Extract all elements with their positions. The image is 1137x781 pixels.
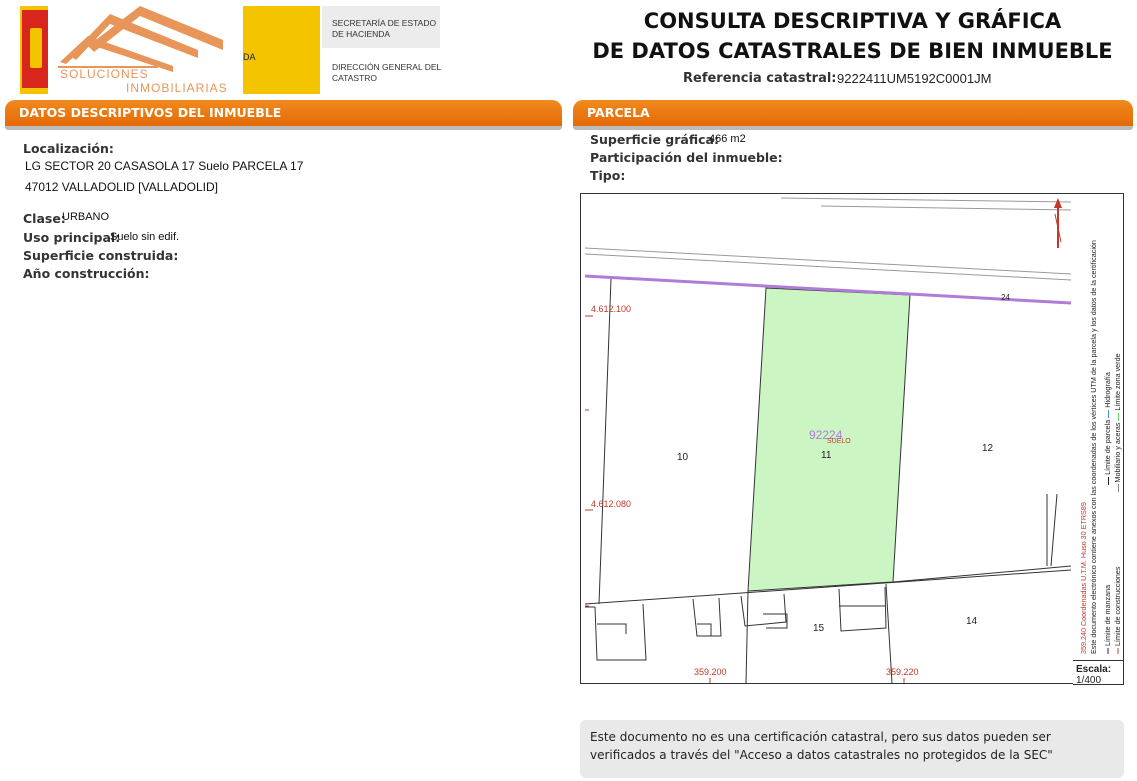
ministry-partial-text: DA [243, 52, 256, 62]
legend-mobiliario: Mobiliario y aceras [1113, 422, 1122, 483]
superficie-grafica-value: 466 m2 [709, 133, 746, 145]
coat-of-arms-detail [30, 28, 42, 68]
lot-11-label: 11 [821, 450, 832, 461]
construcciones-swatch [1117, 648, 1120, 654]
scale-value: 1/400 [1076, 675, 1102, 686]
legend-construcciones: Límite de construcciones [1113, 566, 1122, 646]
scale-label: Escala: [1076, 664, 1112, 675]
soluciones-inmobiliarias-logo: SOLUCIONES INMOBILIARIAS [48, 0, 243, 96]
building-logo-icon: SOLUCIONES INMOBILIARIAS [58, 6, 228, 95]
tipo-label: Tipo: [590, 168, 626, 183]
coord-y1: 4.612.100 [591, 304, 631, 314]
cadastral-plan: 4.612.100 4.612.080 359.200 359.220 10 1… [580, 193, 1074, 684]
brand-line1: SOLUCIONES [60, 67, 149, 81]
localizacion-label: Localización: [23, 141, 114, 156]
coord-y2: 4.612.080 [591, 499, 631, 509]
superficie-construida-label: Superficie construida: [23, 248, 179, 263]
coord-x1: 359.200 [694, 667, 727, 677]
manzana-swatch [1107, 648, 1110, 654]
legend-vertical-text: 359.240 Coordenadas U.T.M. Huso 30 ETRS8… [1079, 194, 1123, 654]
legend-parcela: Límite de parcela [1103, 419, 1112, 475]
descriptivos-header: DATOS DESCRIPTIVOS DEL INMUEBLE [5, 100, 562, 126]
cadastral-plan-drawing: 4.612.100 4.612.080 359.200 359.220 10 1… [584, 197, 1072, 684]
uso-value: Suelo sin edif. [110, 231, 180, 243]
parcela-swatch [1107, 476, 1109, 485]
north-arrow-icon [1054, 198, 1062, 248]
parcela-header: PARCELA [573, 100, 1133, 126]
brand-line2: INMOBILIARIAS [126, 81, 228, 95]
hidrografia-swatch [1107, 409, 1109, 418]
lot-24-label: 24 [1001, 293, 1010, 302]
legend-hidrografia: Hidrografía [1103, 372, 1112, 408]
ministry-line1: SECRETARÍA DE ESTADO DE HACIENDA [332, 18, 437, 39]
legend-manzana: Límite de manzana [1103, 584, 1112, 646]
verification-notice: Este documento no es una certificación c… [580, 720, 1124, 778]
title-line1: CONSULTA DESCRIPTIVA Y GRÁFICA [643, 9, 1062, 33]
localizacion-line2: 47012 VALLADOLID [VALLADOLID] [25, 180, 218, 194]
uso-label: Uso principal: [23, 230, 121, 245]
lot-15-label: 15 [813, 623, 825, 634]
ministry-line2: DIRECCIÓN GENERAL DEL CATASTRO [332, 62, 441, 83]
lot-14-label: 14 [966, 616, 978, 627]
title-line2: DE DATOS CATASTRALES DE BIEN INMUEBLE [592, 39, 1113, 63]
ref-label: Referencia catastral: [683, 71, 837, 86]
legend-coords: 359.240 Coordenadas U.T.M. Huso 30 ETRS8… [1079, 502, 1088, 654]
superficie-grafica-label: Superficie gráfica: [590, 132, 719, 147]
clase-label: Clase: [23, 211, 66, 226]
localizacion-line1: LG SECTOR 20 CASASOLA 17 Suelo PARCELA 1… [25, 159, 304, 173]
zona-verde-swatch [1117, 412, 1119, 421]
legend-doc-note: Este documento electrónico contiene anex… [1089, 240, 1098, 654]
anio-construccion-label: Año construcción: [23, 266, 150, 281]
lot-12-label: 12 [982, 443, 994, 454]
legend-zona-verde: Límite zona verde [1113, 353, 1122, 411]
ref-value: 9222411UM5192C0001JM [837, 71, 992, 86]
descriptivos-header-underline [5, 126, 562, 130]
parcela-header-underline [573, 126, 1133, 130]
document-title: CONSULTA DESCRIPTIVA Y GRÁFICA DE DATOS … [580, 6, 1125, 66]
participacion-label: Participación del inmueble: [590, 150, 783, 165]
coord-x2: 359.220 [886, 667, 919, 677]
lot-10-label: 10 [677, 452, 689, 463]
clase-value: URBANO [62, 211, 110, 223]
mobiliario-swatch [1117, 484, 1119, 493]
parcel-sub-label: SUELO [827, 438, 851, 445]
